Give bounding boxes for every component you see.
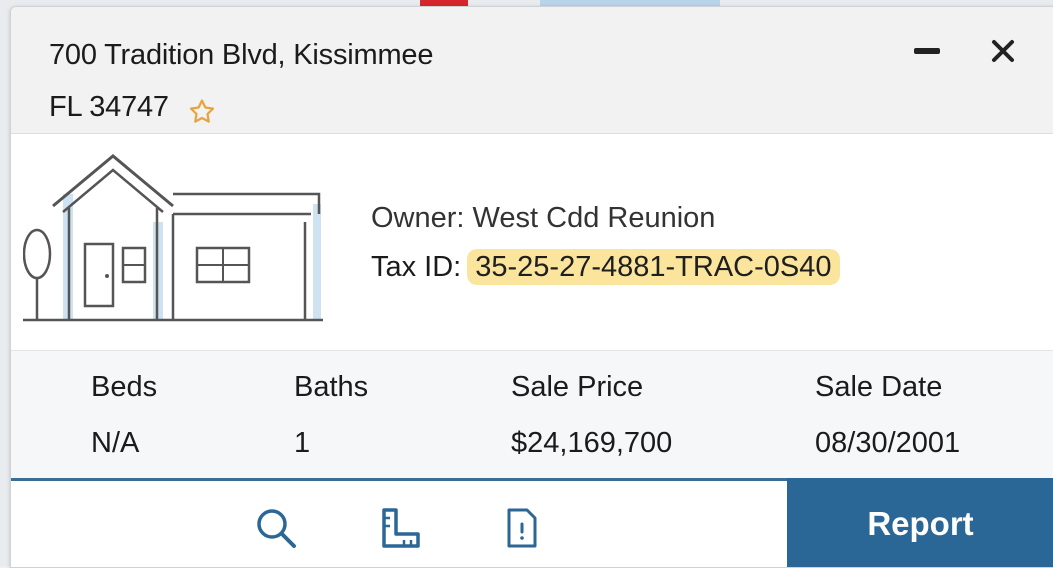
- property-info: Owner: West Cdd Reunion Tax ID: 35-25-27-…: [11, 134, 1053, 350]
- document-button[interactable]: [496, 503, 546, 553]
- minimize-button[interactable]: [907, 31, 947, 71]
- owner-line: Owner: West Cdd Reunion: [371, 202, 715, 235]
- property-stats: Beds N/A Baths 1 Sale Price $24,169,700 …: [11, 350, 1053, 479]
- search-icon: [257, 509, 296, 548]
- owner-label: Owner:: [371, 202, 465, 234]
- property-card: 700 Tradition Blvd, Kissimmee FL 34747 O…: [10, 6, 1053, 568]
- stat-value: $24,169,700: [511, 427, 673, 459]
- address-line-2-row: FL 34747: [49, 81, 433, 133]
- stat-beds: Beds N/A: [91, 369, 157, 461]
- ruler-icon: [382, 508, 420, 548]
- minimize-icon: [914, 48, 940, 54]
- house-illustration-icon: [22, 144, 323, 329]
- stat-sale-date: Sale Date 08/30/2001: [815, 369, 960, 461]
- stat-label: Baths: [294, 371, 369, 403]
- report-button[interactable]: Report: [787, 478, 1053, 567]
- card-header: 700 Tradition Blvd, Kissimmee FL 34747: [11, 7, 1053, 134]
- stat-value: 1: [294, 427, 311, 459]
- stat-baths: Baths 1: [294, 369, 368, 461]
- card-footer: Report: [11, 478, 1053, 567]
- address-line-2: FL 34747: [49, 91, 169, 123]
- stat-label: Sale Date: [815, 371, 943, 403]
- stat-label: Sale Price: [511, 371, 644, 403]
- search-button[interactable]: [251, 503, 301, 553]
- property-address: 700 Tradition Blvd, Kissimmee FL 34747: [49, 29, 433, 133]
- tax-id-value[interactable]: 35-25-27-4881-TRAC-0S40: [467, 249, 840, 285]
- close-icon: [992, 40, 1014, 62]
- stat-sale-price: Sale Price $24,169,700: [511, 369, 672, 461]
- favorite-star-icon[interactable]: [187, 92, 217, 123]
- document-icon: [507, 508, 537, 548]
- owner-name: West Cdd Reunion: [472, 202, 716, 234]
- close-button[interactable]: [983, 31, 1023, 71]
- tax-line: Tax ID: 35-25-27-4881-TRAC-0S40: [371, 249, 840, 285]
- measure-button[interactable]: [375, 503, 425, 553]
- address-line-1: 700 Tradition Blvd, Kissimmee: [49, 39, 434, 71]
- tax-label: Tax ID:: [371, 251, 462, 283]
- stat-value: N/A: [91, 427, 140, 459]
- stat-label: Beds: [91, 371, 158, 403]
- stat-value: 08/30/2001: [815, 427, 961, 459]
